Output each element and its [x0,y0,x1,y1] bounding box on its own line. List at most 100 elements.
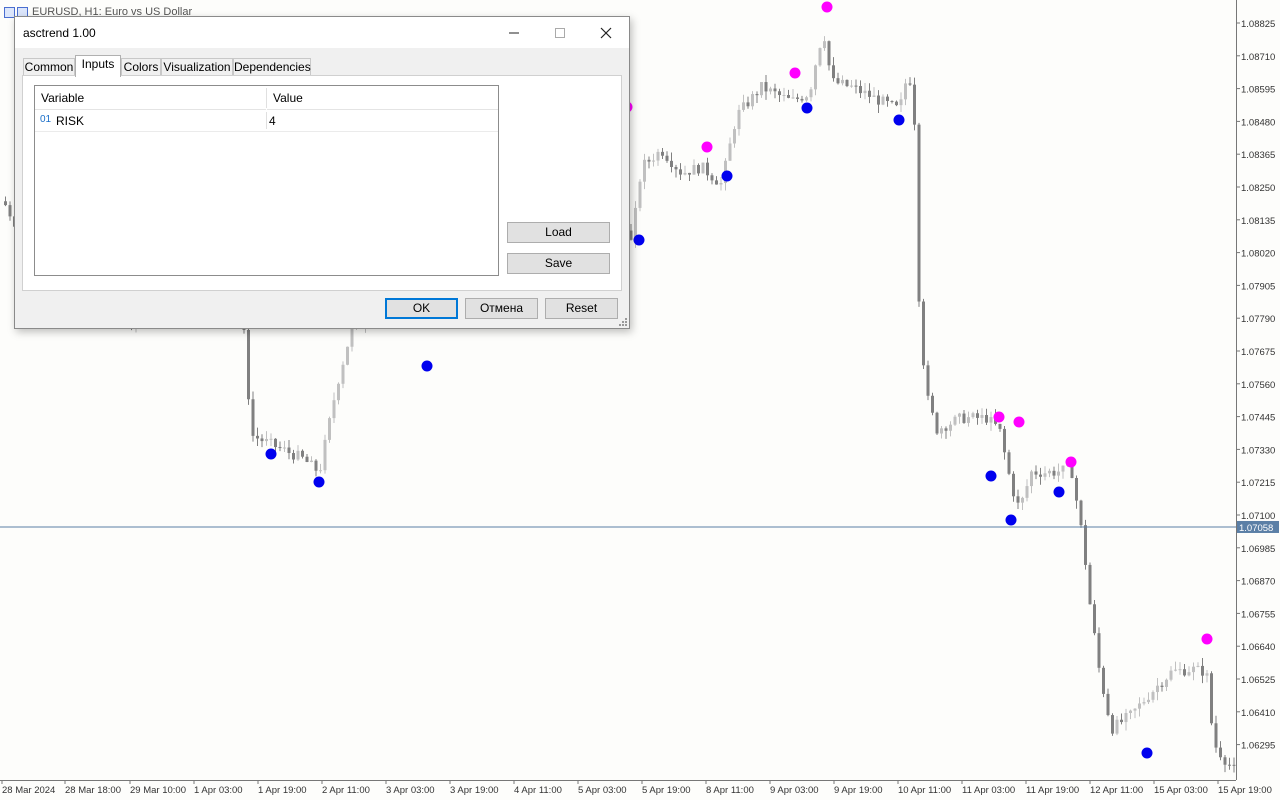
candle-body [1228,764,1231,766]
reset-button[interactable]: Reset [545,298,618,319]
candle-body [1048,470,1051,474]
dialog-titlebar[interactable]: asctrend 1.00 [15,17,629,48]
candle-body [782,95,786,97]
candle-body [265,438,268,442]
candle-body [341,364,345,384]
price-tick-label: 1.08250 [1241,183,1275,194]
candle-body [674,166,678,170]
candle-body [809,89,813,98]
buy-signal-dot [265,448,277,460]
tab-colors[interactable]: Colors [121,58,161,76]
variable-name: RISK [56,114,85,128]
candle-body [805,97,808,101]
candle-body [314,460,318,471]
close-button[interactable] [583,17,629,48]
candle-body [1093,604,1096,634]
candle-body [715,180,718,185]
variable-value[interactable]: 4 [269,114,276,128]
price-tick-label: 1.07100 [1241,511,1275,522]
price-tick-label: 1.07445 [1241,413,1275,424]
candle-body [652,160,655,162]
ok-button[interactable]: OK [385,298,458,319]
buy-signal-dot [721,170,733,182]
buy-signal-dot [1053,486,1065,498]
price-tick-label: 1.07560 [1241,380,1275,391]
candle-body [800,98,804,101]
tab-common[interactable]: Common [23,58,75,76]
candle-body [1034,471,1038,475]
candle-body [841,79,844,84]
candle-body [1183,669,1186,676]
candle-body [980,415,984,418]
load-button[interactable]: Load [507,222,610,243]
candle-body [1223,757,1227,765]
price-tick-label: 1.07905 [1241,281,1275,292]
time-tick-label: 2 Apr 11:00 [322,785,370,796]
candle-body [850,85,853,87]
candle-body [1097,633,1101,668]
candle-body [791,97,795,99]
buy-signal-dot [313,476,325,488]
time-tick-label: 29 Mar 10:00 [130,785,186,796]
candle-body [269,438,273,440]
candle-body [697,164,700,174]
tab-dependencies[interactable]: Dependencies [233,58,311,76]
candle-body [1147,699,1150,703]
price-tick-label: 1.06295 [1241,741,1275,752]
candle-body [1025,486,1029,498]
sell-signal-dot [821,1,833,13]
candle-body [1129,710,1132,714]
buy-signal-dot [985,470,997,482]
candle-body [706,162,709,176]
time-tick-label: 5 Apr 03:00 [578,785,627,796]
candle-body [287,447,291,454]
candle-body [895,101,898,106]
candle-body [8,205,12,217]
column-header-variable[interactable]: Variable [35,86,266,110]
candle-body [728,143,732,161]
inputs-grid[interactable]: Variable Value 01 RISK 4 [34,85,499,276]
candle-body [337,383,340,401]
candle-body [283,447,286,449]
candle-body [1111,715,1114,734]
candle-body [845,79,849,87]
candle-body [1021,497,1024,503]
minimize-icon [509,32,519,33]
time-tick-label: 5 Apr 19:00 [642,785,691,796]
candle-body [1016,496,1020,503]
time-tick-label: 1 Apr 03:00 [194,785,243,796]
price-tick-label: 1.08480 [1241,117,1275,128]
time-tick-label: 4 Apr 11:00 [514,785,562,796]
tab-visualization[interactable]: Visualization [161,58,233,76]
candle-body [778,91,781,96]
minimize-button[interactable] [491,17,537,48]
save-button[interactable]: Save [507,253,610,274]
candle-body [1165,679,1168,687]
candle-body [1088,564,1092,605]
time-tick-label: 8 Apr 11:00 [706,785,754,796]
candle-body [1057,471,1060,476]
candle-body [836,78,840,84]
candle-body [292,453,295,460]
candle-body [886,96,889,102]
candle-body [832,65,835,79]
cancel-button[interactable]: Отмена [465,298,538,319]
table-row[interactable]: 01 RISK 4 [35,110,498,132]
candle-body [4,201,7,206]
price-tick-label: 1.06755 [1241,609,1275,620]
candle-body [256,435,259,439]
column-header-value[interactable]: Value [267,86,498,110]
candle-body [332,400,336,419]
candle-body [1205,673,1209,676]
time-tick-label: 28 Mar 2024 [2,785,55,796]
candle-body [1012,473,1015,497]
candle-body [985,415,988,423]
price-tick-label: 1.07790 [1241,314,1275,325]
buy-signal-dot [801,102,813,114]
candle-body [769,88,772,92]
candle-body [247,329,250,400]
tab-inputs[interactable]: Inputs [75,55,121,77]
resize-grip-icon[interactable] [619,318,627,326]
cell-separator [266,112,267,129]
maximize-button[interactable] [537,17,583,48]
